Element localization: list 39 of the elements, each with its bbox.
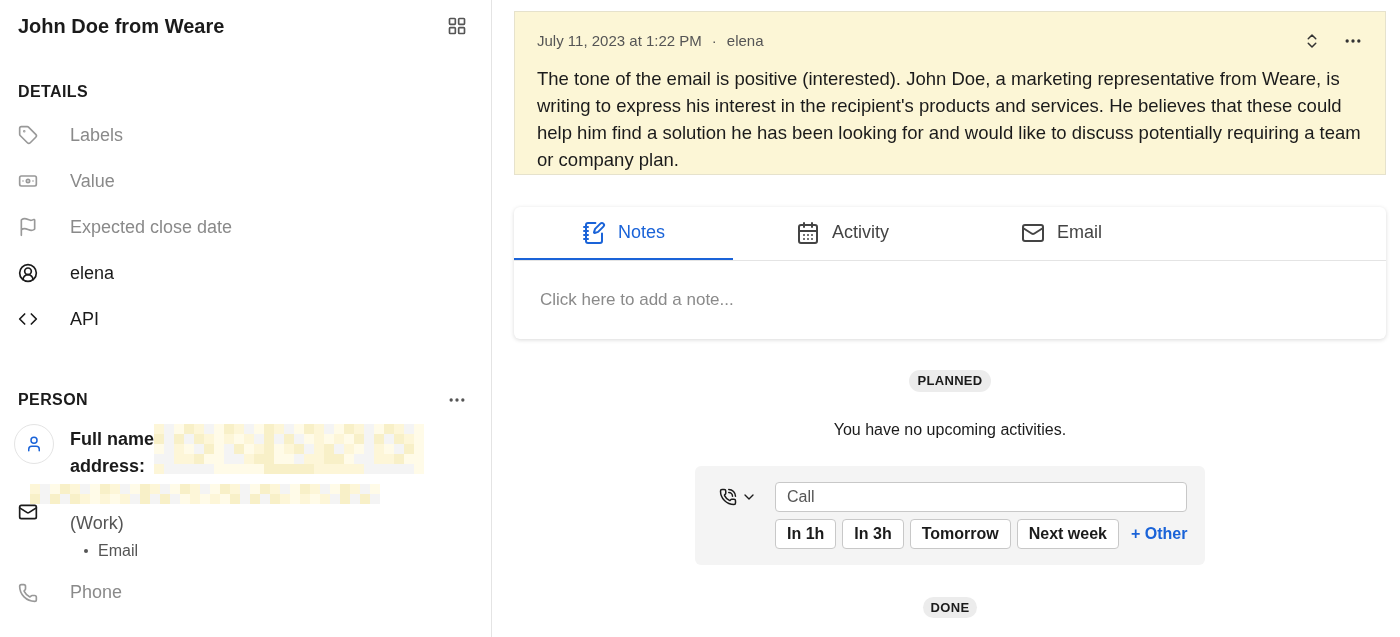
activity-icon — [796, 220, 820, 245]
note-date: July 11, 2023 at 1:22 PM — [537, 31, 702, 51]
quick-date-button[interactable]: In 3h — [842, 518, 904, 549]
address-label: address: — [70, 455, 147, 478]
detail-field[interactable]: Expected close date — [70, 213, 233, 241]
tab[interactable]: Notes — [514, 207, 733, 260]
bullet-icon — [84, 549, 88, 553]
empty-message: You have no upcoming activities. — [833, 419, 1067, 440]
note-input[interactable]: Click here to add a note... — [514, 261, 1386, 339]
full-name-label: Full name — [70, 428, 154, 451]
section-heading: DETAILS — [18, 82, 90, 102]
quick-date-button[interactable]: Next week — [1016, 518, 1119, 549]
phone-icon — [18, 582, 38, 603]
status-badge: PLANNED — [909, 370, 991, 392]
section-heading: PERSON — [18, 390, 88, 410]
tag-icon — [18, 125, 38, 145]
note-text: The tone of the email is positive (interested). John Doe, a marketing representative from Weare, is writing to express his interest in the recipient's products and services. He believes that these could help him find a solution he has been looking for and would like to discuss potentially requiring a team or company plan. — [537, 66, 1362, 172]
other-link[interactable]: + Other — [1131, 521, 1188, 546]
mail-icon — [18, 502, 38, 522]
email-type: (Work) — [70, 512, 125, 535]
grid-icon[interactable] — [447, 16, 467, 36]
separator: · — [711, 31, 717, 51]
tab[interactable]: Email — [952, 207, 1171, 260]
flag-icon — [18, 217, 38, 237]
user-icon — [18, 263, 38, 283]
email-label: Email — [98, 541, 138, 561]
quick-date-button[interactable]: In 1h — [775, 518, 837, 549]
note-author: elena — [726, 31, 764, 51]
person-icon — [25, 435, 43, 453]
detail-field[interactable]: elena — [70, 259, 115, 287]
detail-field[interactable]: API — [70, 305, 99, 333]
quick-date-button[interactable]: Tomorrow — [909, 518, 1011, 549]
phone-field[interactable]: Phone — [70, 579, 123, 606]
status-badge: DONE — [922, 596, 978, 618]
notes-icon — [582, 220, 606, 245]
tab[interactable]: Activity — [733, 207, 952, 260]
deal-title: John Doe from Weare — [18, 14, 225, 39]
activity-subject-field[interactable]: Call — [775, 481, 1188, 512]
phone-call-icon[interactable] — [719, 487, 737, 506]
